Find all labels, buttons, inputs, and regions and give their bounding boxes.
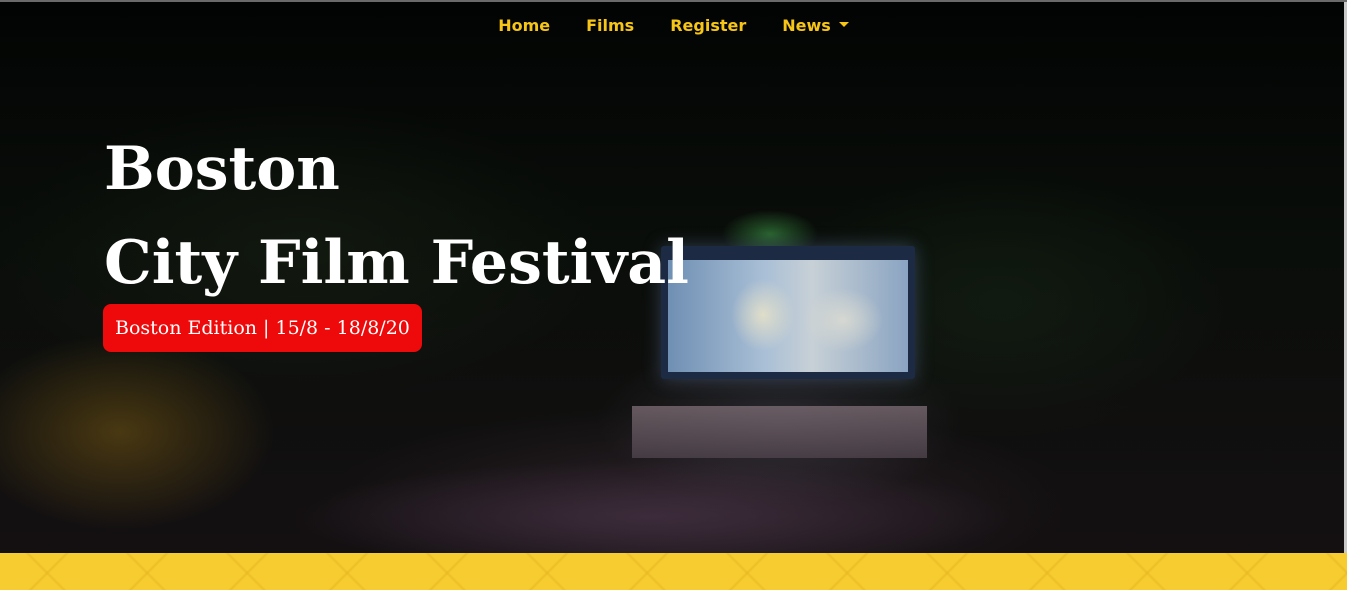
nav-news-label: News xyxy=(782,16,831,35)
nav-home-link[interactable]: Home xyxy=(498,14,550,38)
edition-dates-badge: Boston Edition | 15/8 - 18/8/20 xyxy=(103,304,422,352)
outdoor-cinema-screen xyxy=(661,246,915,379)
caret-down-icon xyxy=(838,21,849,27)
nav-register-link[interactable]: Register xyxy=(670,14,746,38)
festival-title-city: Boston xyxy=(104,134,340,204)
yellow-pattern-band xyxy=(0,553,1347,590)
audience-silhouette xyxy=(200,447,1100,553)
stage-platform xyxy=(632,406,927,458)
festival-title-name: City Film Festival xyxy=(104,228,689,298)
nav-register-label: Register xyxy=(670,16,747,35)
projected-film-image xyxy=(668,260,908,372)
nav-films-label: Films xyxy=(586,16,635,35)
nav-home-label: Home xyxy=(498,16,551,35)
main-nav: Home Films Register News xyxy=(0,14,1347,38)
nav-films-link[interactable]: Films xyxy=(586,14,634,38)
nav-news-dropdown[interactable]: News xyxy=(782,14,849,38)
